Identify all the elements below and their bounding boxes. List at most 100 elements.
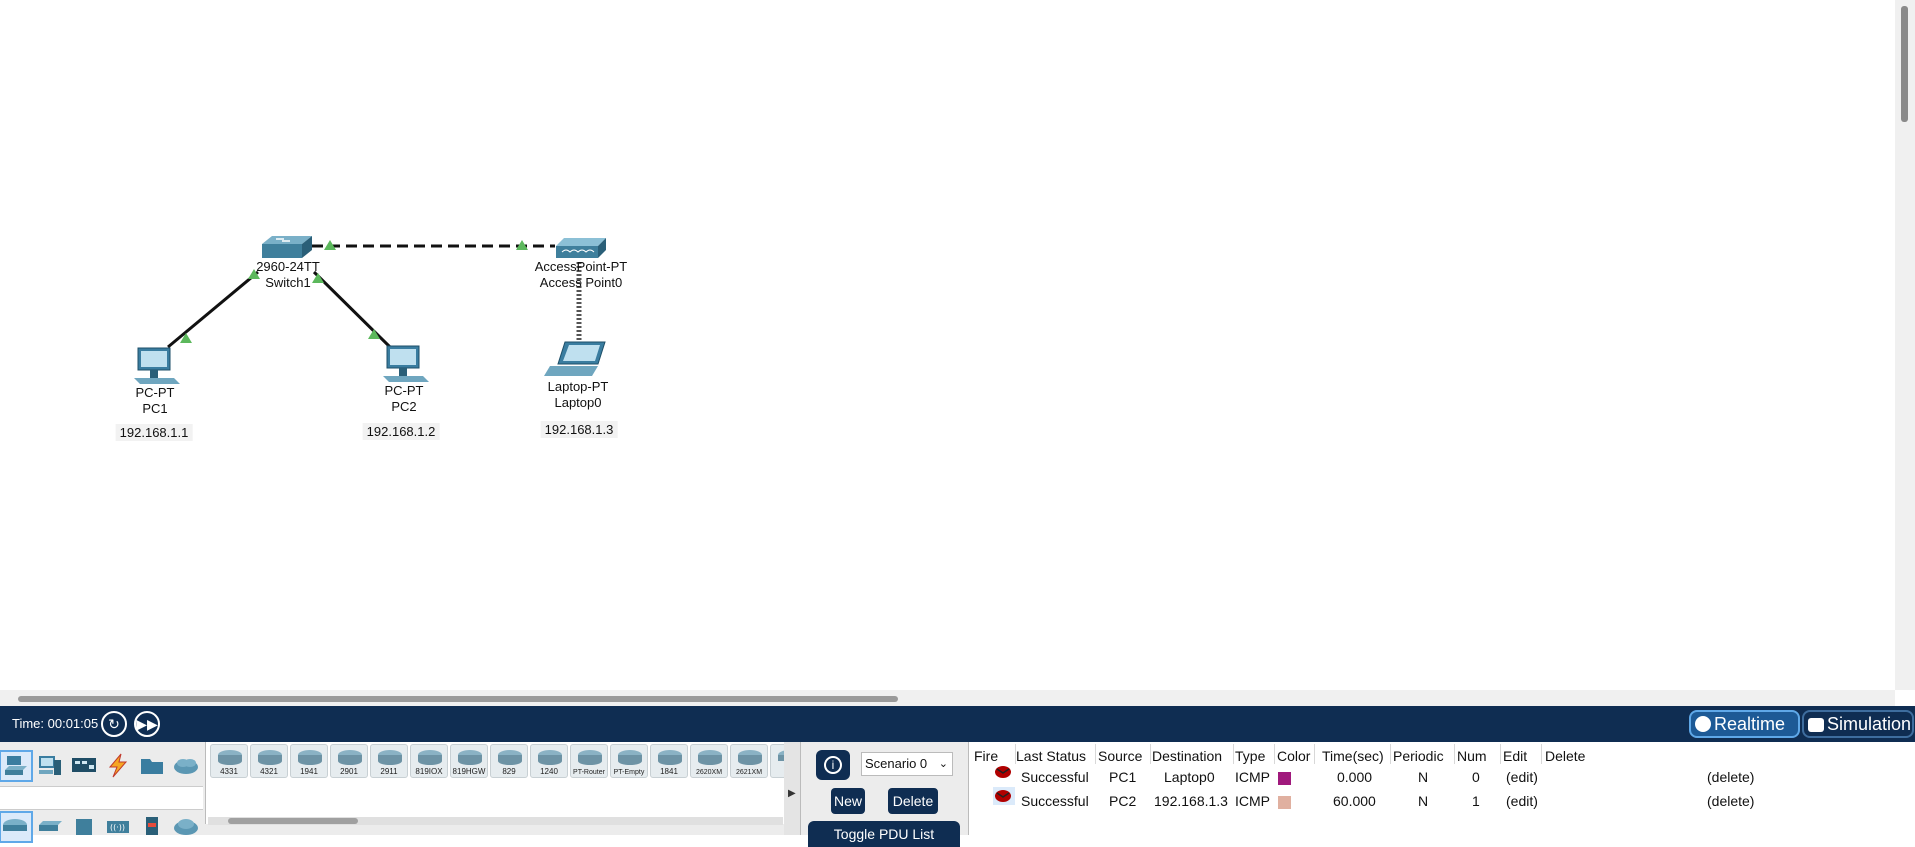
edit-pdu-link[interactable]: (edit) [1506, 769, 1538, 785]
scrollbar-thumb[interactable] [228, 818, 358, 824]
column-header-type: Type [1235, 748, 1266, 764]
router-model-pt-empty[interactable]: PT-Empty [610, 744, 648, 778]
link-pc1-switch1[interactable] [167, 270, 259, 349]
pdu-list: Fire Last Status Source Destination Type… [968, 742, 1915, 835]
switch-icon[interactable] [262, 236, 312, 258]
router-icon [538, 750, 562, 765]
column-header-source: Source [1098, 748, 1143, 764]
router-icon [298, 750, 322, 765]
pc-icon[interactable] [383, 345, 429, 382]
router-model-2620xm[interactable]: 2620XM [690, 744, 728, 778]
scenario-info-button[interactable]: i [816, 750, 850, 780]
last-status-cell: Successful [1021, 769, 1089, 785]
router-icon [378, 750, 402, 765]
security-category-icon[interactable] [138, 813, 168, 841]
model-label: 819IOX [415, 767, 443, 776]
panel-splitter[interactable]: ▶ [784, 742, 801, 835]
edit-pdu-link[interactable]: (edit) [1506, 793, 1538, 809]
model-label: 2911 [380, 767, 398, 776]
device-model-label: PC-PT [135, 385, 175, 400]
router-model-1841[interactable]: 1841 [650, 744, 688, 778]
hubs-category-icon[interactable] [70, 813, 100, 841]
router-icon [498, 750, 522, 765]
router-model-819hgw[interactable]: 819HGW [450, 744, 488, 778]
device-name-label: Laptop0 [554, 395, 602, 410]
router-model-2621xm[interactable]: 2621XM [730, 744, 768, 778]
realtime-mode-button[interactable]: Realtime [1689, 710, 1800, 738]
simulation-mode-button[interactable]: Simulation [1802, 710, 1914, 738]
scrollbar-thumb[interactable] [1901, 6, 1908, 122]
time-cell: 60.000 [1333, 793, 1376, 809]
delete-pdu-link[interactable]: (delete) [1707, 769, 1754, 785]
pc-icon[interactable] [134, 347, 180, 384]
router-model-4331[interactable]: 4331 [210, 744, 248, 778]
router-model-819iox[interactable]: 819IOX [410, 744, 448, 778]
envelope-icon [995, 790, 1011, 802]
power-cycle-devices-button[interactable]: ↻ [101, 711, 127, 737]
router-model-2911[interactable]: 2911 [370, 744, 408, 778]
miscellaneous-category-icon[interactable] [138, 752, 168, 780]
column-separator [1454, 744, 1455, 764]
column-separator [1500, 744, 1501, 764]
column-header-periodic: Periodic [1393, 748, 1444, 764]
wan-emulation-category-icon[interactable] [172, 813, 202, 841]
components-category-icon[interactable] [70, 752, 100, 780]
router-model-2901[interactable]: 2901 [330, 744, 368, 778]
periodic-cell: N [1418, 793, 1429, 809]
model-label: 1841 [660, 767, 678, 776]
model-strip-scrollbar[interactable] [208, 817, 783, 825]
model-label: 819HGW [452, 767, 486, 776]
scenario-select[interactable]: Scenario 0 ⌄ [861, 752, 953, 776]
router-model-pt-router[interactable]: PT-Router [570, 744, 608, 778]
fire-pdu-button[interactable] [993, 763, 1015, 781]
router-model-partial[interactable]: 2 [770, 744, 784, 778]
pc2-label: PC-PT PC2 [385, 383, 424, 415]
logical-workspace[interactable]: 2960-24TT Switch1 AccessPoint-PT Access … [0, 0, 1895, 690]
delete-scenario-button[interactable]: Delete [888, 788, 938, 814]
column-header-last-status: Last Status [1016, 748, 1087, 764]
toggle-pdu-list-button[interactable]: Toggle PDU List Window [808, 821, 960, 847]
device-model-strip: 4331 4321 1941 2901 2911 819IOX 819HGW 8… [205, 742, 785, 824]
device-model-label: PC-PT [384, 383, 424, 398]
routers-category-icon[interactable] [0, 811, 33, 843]
router-model-1240[interactable]: 1240 [530, 744, 568, 778]
model-label: 1240 [540, 767, 558, 776]
connections-category-icon[interactable] [104, 752, 134, 780]
wireless-devices-category-icon[interactable]: ((·)) [104, 813, 134, 841]
fast-forward-time-button[interactable]: ▶▶ [134, 711, 160, 737]
column-separator [1233, 744, 1234, 764]
workspace-horizontal-scrollbar[interactable] [0, 690, 1895, 706]
switches-category-icon[interactable] [36, 813, 66, 841]
network-devices-category-icon[interactable] [0, 750, 33, 782]
power-cycle-icon: ↻ [108, 716, 120, 732]
end-devices-category-icon[interactable] [36, 752, 66, 780]
delete-pdu-link[interactable]: (delete) [1707, 793, 1754, 809]
router-icon [258, 750, 282, 765]
router-model-829[interactable]: 829 [490, 744, 528, 778]
new-scenario-button[interactable]: New [831, 788, 865, 814]
model-label: 4321 [260, 767, 278, 776]
device-model-label: 2960-24TT [256, 259, 320, 274]
svg-text:((·)): ((·)) [110, 823, 125, 832]
router-model-1941[interactable]: 1941 [290, 744, 328, 778]
device-name-label: PC2 [391, 399, 417, 414]
router-icon [458, 750, 482, 765]
router-icon [218, 750, 242, 765]
link-pc2-switch1[interactable] [312, 270, 392, 349]
ip-note-pc1: 192.168.1.1 [115, 424, 193, 441]
source-cell: PC2 [1109, 793, 1137, 809]
router-model-4321[interactable]: 4321 [250, 744, 288, 778]
scrollbar-thumb[interactable] [18, 696, 898, 702]
access-point-icon[interactable] [556, 238, 606, 258]
device-model-label: AccessPoint-PT [534, 259, 628, 274]
multiuser-category-icon[interactable] [172, 752, 202, 780]
workspace-vertical-scrollbar[interactable] [1895, 0, 1915, 690]
last-status-cell: Successful [1021, 793, 1089, 809]
laptop-icon[interactable] [544, 341, 606, 376]
column-separator [1095, 744, 1096, 764]
realtime-label: Realtime [1714, 714, 1786, 734]
bottom-panel: ((·)) 4331 4321 1941 2901 2911 819IOX 81… [0, 742, 1915, 847]
fire-pdu-button[interactable] [993, 787, 1015, 805]
simulation-time: Time: 00:01:05 [12, 716, 99, 731]
router-icon [658, 750, 682, 765]
